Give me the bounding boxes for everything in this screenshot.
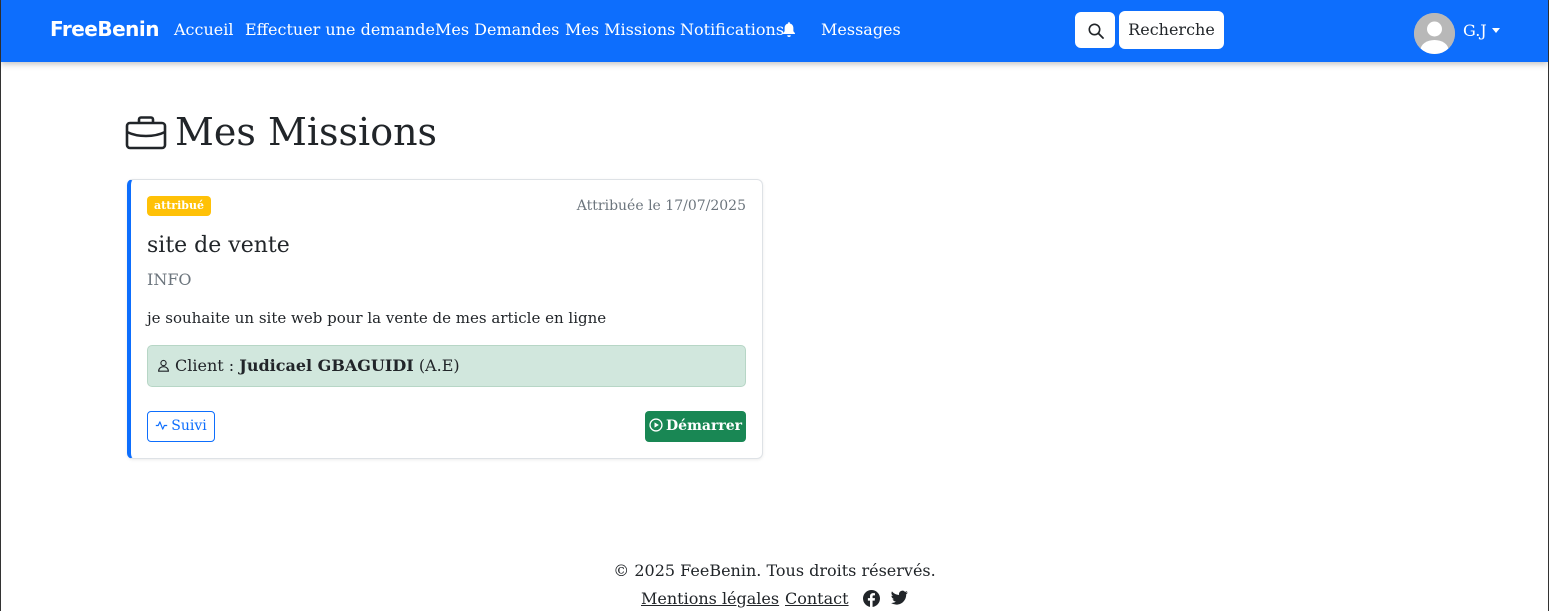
nav-link-notifications[interactable]: Notifications bbox=[680, 20, 784, 39]
play-circle-icon bbox=[649, 418, 663, 432]
search-icon bbox=[1088, 23, 1104, 39]
facebook-icon[interactable] bbox=[863, 590, 880, 607]
briefcase-icon bbox=[125, 116, 167, 150]
twitter-icon[interactable] bbox=[891, 590, 908, 606]
bell-icon[interactable] bbox=[782, 21, 796, 38]
footer-link-mentions-legales[interactable]: Mentions légales bbox=[641, 589, 779, 608]
chevron-down-icon[interactable] bbox=[1492, 28, 1500, 33]
client-name: Judicael GBAGUIDI bbox=[239, 356, 414, 375]
search-button[interactable] bbox=[1075, 12, 1115, 48]
nav-link-accueil[interactable]: Accueil bbox=[174, 20, 233, 39]
assigned-date: Attribuée le 17/07/2025 bbox=[576, 198, 746, 214]
person-icon bbox=[158, 359, 169, 372]
nav-link-effectuer-demande[interactable]: Effectuer une demande bbox=[245, 20, 435, 39]
page-title: Mes Missions bbox=[175, 110, 438, 154]
nav-link-mes-missions[interactable]: Mes Missions bbox=[565, 20, 675, 39]
client-suffix: (A.E) bbox=[418, 356, 460, 375]
activity-icon bbox=[156, 421, 168, 430]
client-info: Client : Judicael GBAGUIDI (A.E) bbox=[147, 345, 746, 387]
recherche-button[interactable]: Recherche bbox=[1119, 11, 1224, 49]
start-button-label: Démarrer bbox=[666, 418, 742, 434]
nav-link-messages[interactable]: Messages bbox=[821, 20, 901, 39]
footer-link-contact[interactable]: Contact bbox=[785, 589, 849, 608]
follow-button-label: Suivi bbox=[171, 418, 207, 434]
user-menu-toggle[interactable]: G.J bbox=[1463, 21, 1487, 40]
brand-logo[interactable]: FreeBenin bbox=[50, 17, 160, 41]
mission-title: site de vente bbox=[147, 233, 290, 258]
mission-description: je souhaite un site web pour la vente de… bbox=[147, 309, 607, 327]
top-navbar: FreeBenin Accueil Effectuer une demande … bbox=[1, 0, 1548, 62]
follow-button[interactable]: Suivi bbox=[147, 411, 215, 442]
avatar[interactable] bbox=[1414, 13, 1455, 54]
nav-link-mes-demandes[interactable]: Mes Demandes bbox=[435, 20, 559, 39]
client-label: Client : bbox=[175, 356, 235, 375]
start-button[interactable]: Démarrer bbox=[645, 411, 746, 442]
user-avatar-icon bbox=[1414, 13, 1455, 54]
mission-card: attribué Attribuée le 17/07/2025 site de… bbox=[127, 179, 763, 459]
footer-copyright: © 2025 FeeBenin. Tous droits réservés. bbox=[613, 561, 936, 580]
status-badge: attribué bbox=[147, 196, 211, 216]
mission-category: INFO bbox=[147, 270, 192, 289]
